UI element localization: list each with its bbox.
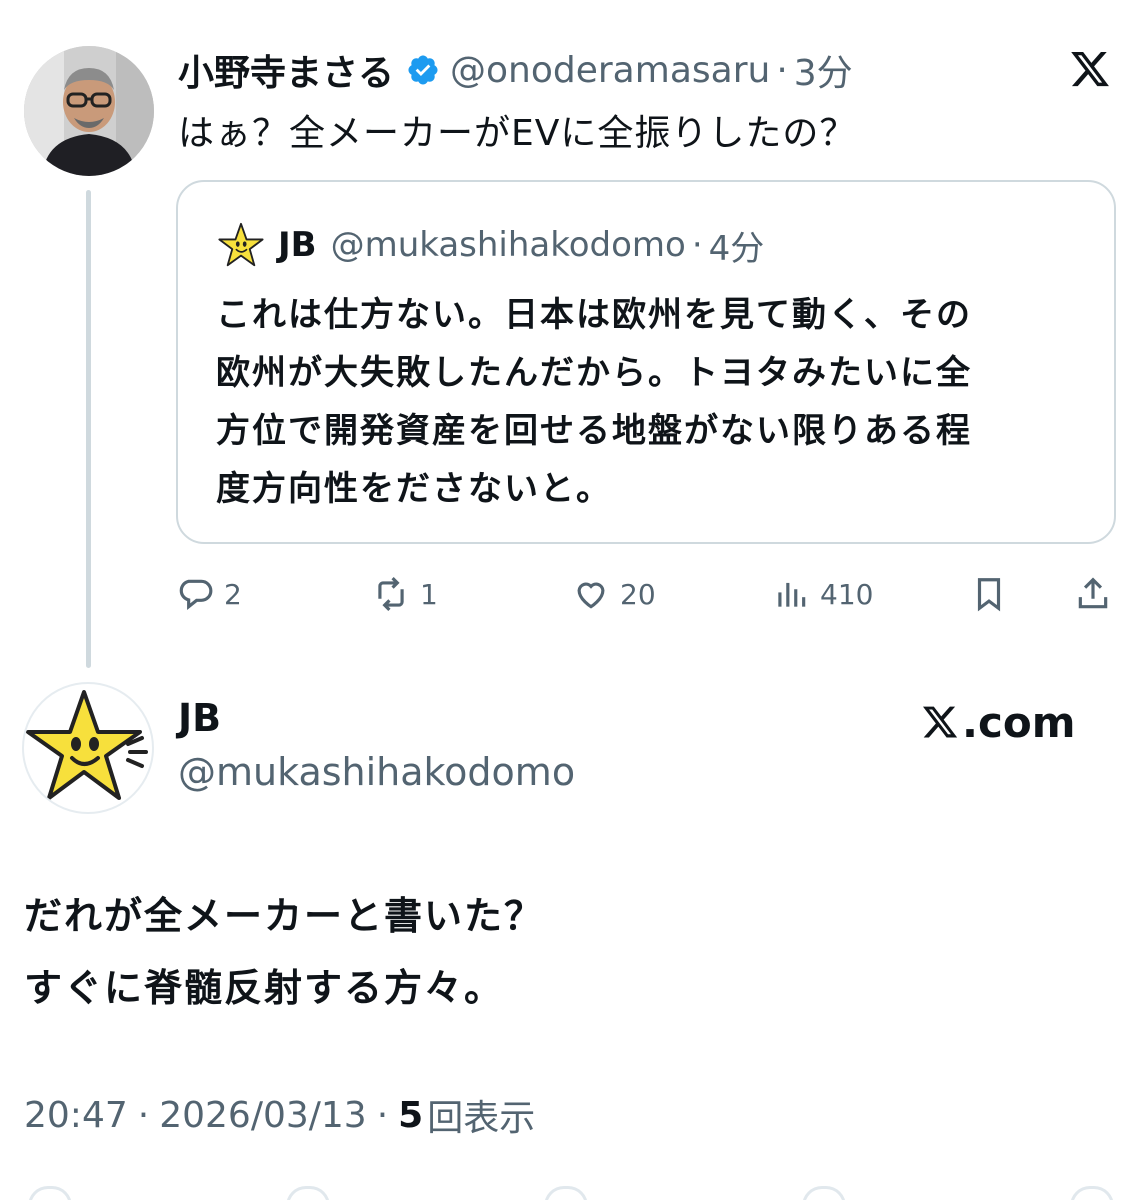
verified-badge-icon — [408, 55, 438, 85]
main-author-handle[interactable]: @mukashihakodomo — [178, 750, 575, 794]
embedded-quote-card[interactable]: JB @mukashihakodomo · 4分 これは仕方ない。日本は欧州を見… — [176, 180, 1116, 544]
repost-button[interactable]: 1 — [372, 572, 438, 616]
embedded-tweet-time: 4分 — [708, 228, 765, 269]
cutoff-action-icon — [1070, 1186, 1114, 1200]
embedded-quote-line: 度方向性をださないと。 — [216, 469, 612, 509]
quoted-tweet-time[interactable]: 3分 — [794, 44, 853, 96]
quoted-author-handle[interactable]: @onoderamasaru — [450, 50, 770, 91]
embedded-quote-line: 欧州が大失敗したんだから。トヨタみたいに全 — [216, 353, 972, 393]
tweet-date[interactable]: 2026/03/13 — [159, 1095, 367, 1136]
like-icon — [577, 582, 605, 609]
x-logo-icon — [1071, 51, 1109, 87]
main-tweet-line: だれが全メーカーと書いた？ — [24, 894, 545, 938]
like-button[interactable]: 20 — [572, 572, 656, 616]
x-com-branding: .com — [920, 696, 1075, 748]
views-icon — [778, 582, 806, 607]
tweet-time[interactable]: 20:47 — [24, 1095, 128, 1136]
quoted-tweet-text: はぁ？全メーカーがEVに全振りしたの？ — [178, 113, 857, 154]
reply-button[interactable]: 2 — [176, 572, 242, 616]
quoted-tweet-header: 小野寺まさる @onoderamasaru · 3分 — [178, 44, 853, 96]
separator-dot: · — [137, 1094, 150, 1136]
embedded-author-handle: @mukashihakodomo — [330, 225, 686, 265]
separator-dot: · — [776, 49, 788, 91]
cutoff-action-icon — [28, 1186, 72, 1200]
main-author-name[interactable]: JB — [178, 696, 221, 740]
views-count: 410 — [820, 577, 874, 611]
separator-dot: · — [691, 225, 703, 265]
thread-connector-line — [86, 190, 91, 668]
site-label: .com — [962, 697, 1076, 747]
share-button[interactable] — [1074, 572, 1112, 616]
quoted-author-name[interactable]: 小野寺まさる — [178, 44, 394, 96]
tweet-meta: 20:47 · 2026/03/13 · 5 回表示 — [24, 1090, 535, 1140]
cutoff-action-icon — [286, 1186, 330, 1200]
repost-count: 1 — [420, 577, 438, 611]
embedded-author-name: JB — [278, 225, 317, 265]
bookmark-button[interactable] — [970, 572, 1008, 616]
reply-count: 2 — [224, 577, 242, 611]
tweet-views-label: 回表示 — [427, 1098, 536, 1139]
x-logo-icon — [922, 706, 958, 738]
embedded-quote-line: これは仕方ない。日本は欧州を見て動く、その — [216, 295, 972, 335]
repost-icon — [378, 577, 404, 611]
main-tweet-line: すぐに脊髄反射する方々。 — [24, 966, 505, 1010]
cutoff-action-icon — [544, 1186, 588, 1200]
jb-avatar[interactable] — [22, 682, 154, 814]
share-icon — [1078, 577, 1108, 609]
main-tweet-text: だれが全メーカーと書いた？ すぐに脊髄反射する方々。 — [24, 880, 544, 1024]
bookmark-icon — [977, 578, 1001, 612]
embedded-quote-line: 方位で開発資産を回せる地盤がない限りある程 — [216, 411, 972, 451]
embedded-quote-text: これは仕方ない。日本は欧州を見て動く、その 欧州が大失敗したんだから。トヨタみた… — [216, 286, 1086, 518]
reply-icon — [179, 579, 213, 610]
embedded-quote-header: JB @mukashihakodomo · 4分 — [218, 220, 764, 270]
views-button[interactable]: 410 — [772, 572, 873, 616]
separator-dot: · — [376, 1094, 389, 1136]
star-avatar-icon — [218, 222, 264, 267]
onodera-avatar[interactable] — [24, 46, 154, 176]
cutoff-action-icon — [802, 1186, 846, 1200]
tweet-views-count: 5 — [398, 1094, 424, 1136]
like-count: 20 — [620, 577, 656, 611]
